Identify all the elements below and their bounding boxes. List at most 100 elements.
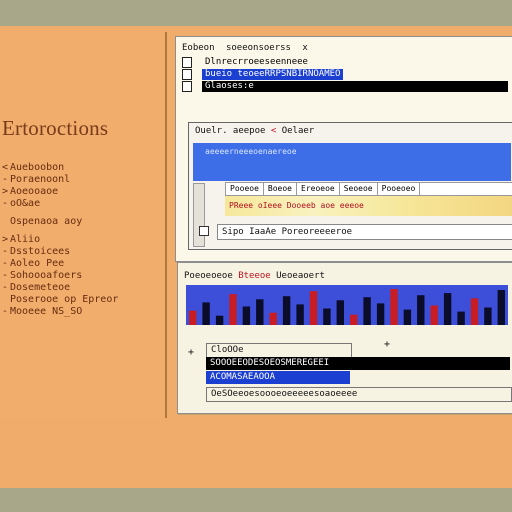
dialog-title-left: Ouelr. aeepoe: [195, 126, 266, 136]
dialog-blue-band: aeeeerneeeoenaereoe: [193, 143, 511, 181]
sidebar-item-label: Dsstoicees: [10, 246, 71, 257]
sidebar-item-label: Poraenoonl: [10, 174, 71, 185]
chart-bar: [309, 291, 318, 325]
sidebar-item-label: oO&ae: [10, 198, 41, 209]
chart-bar: [457, 311, 465, 325]
chart-bar: [256, 299, 264, 325]
chart-bar: [430, 305, 438, 325]
dialog-input[interactable]: Sipo IaaAe Poreoreeeeroe: [217, 224, 512, 240]
sidebar-item[interactable]: - Dsstoicees: [2, 246, 162, 258]
sidebar-item[interactable]: - Mooeee NS_SO: [2, 306, 162, 318]
sidebar-item-label: Aliio: [10, 234, 41, 245]
sidebar-item-bullet: -: [2, 306, 9, 317]
sidebar-item-label: Ospenaoa aoy: [10, 216, 83, 227]
sidebar-item-bullet: >: [2, 234, 9, 245]
file-name: Dlnrecrroeeseenneee: [205, 57, 308, 67]
file-name-highlight: Glaoses:e: [202, 81, 508, 92]
checkbox[interactable]: [182, 57, 192, 68]
list-item-highlight[interactable]: SOOOEEODESOEOSMEREGEEI: [206, 357, 510, 370]
dialog-title: Ouelr. aeepoe < Oelaer: [195, 126, 507, 138]
list-item[interactable]: OeSOeeoesoooeoeeeeesoaoeeee: [206, 387, 512, 402]
cursor-marker-left: +: [188, 347, 195, 358]
file-name-selected: bueio teoeeRRPSNBIRNOAMEO: [202, 69, 344, 80]
checkbox[interactable]: [182, 81, 192, 92]
chart-header-right: Ueoeaoert: [276, 271, 325, 281]
sidebar-item-bullet: -: [2, 282, 9, 293]
sidebar-item[interactable]: - oO&ae: [2, 198, 162, 210]
sidebar-item-label: Dosemeteoe: [10, 282, 71, 293]
sidebar-item[interactable]: - Aoleo Pee: [2, 258, 162, 270]
sidebar-item-bullet: -: [2, 270, 9, 281]
highlight-strip: PReee oIeee Dooeeb aoe eeeoe: [225, 196, 512, 216]
dialog-title-marker: <: [270, 126, 277, 136]
list-item-selected[interactable]: ACOMASAEAOOA: [206, 371, 350, 384]
chart-bar: [215, 315, 224, 325]
cursor-marker-right: +: [384, 339, 391, 350]
tab-0[interactable]: Pooeoe: [226, 183, 264, 195]
chart-bar: [470, 298, 479, 325]
sidebar-item[interactable]: Ospenaoa aoy: [2, 216, 162, 228]
toolbar-item-1[interactable]: soeeonsoerss: [226, 43, 291, 53]
sidebar-item[interactable]: - Dosemeteoe: [2, 282, 162, 294]
sidebar-title: Ertoroctions: [2, 116, 109, 140]
sidebar-item[interactable]: - Poraenoonl: [2, 174, 162, 186]
bar-chart: [189, 289, 505, 325]
frame-bottom-border: [0, 488, 512, 512]
top-window: Eobeon soeeonsoerss x Dlnrecrroeeseennee…: [175, 36, 512, 262]
file-row[interactable]: Dlnrecrroeeseenneee: [180, 57, 510, 68]
chart-header-left: Poeoeoeoe: [184, 271, 233, 281]
chart-bar: [229, 294, 237, 325]
scrollbar[interactable]: [193, 183, 205, 247]
band-label: aeeeerneeeoenaereoe: [205, 147, 297, 156]
sidebar-item[interactable]: < Aueboobon: [2, 162, 162, 174]
list-item[interactable]: CloOOe: [206, 343, 352, 358]
chart-bar: [242, 306, 251, 325]
sidebar-panel: Ertoroctions < Aueboobon - Poraenoonl > Aoeoo…: [0, 32, 167, 418]
chart-bar: [296, 304, 304, 325]
sidebar-item[interactable]: - Sohoooafoers: [2, 270, 162, 282]
sidebar-item-label: Aueboobon: [10, 162, 65, 173]
dialog-title-right: Oelaer: [281, 126, 315, 136]
chart-bar: [376, 303, 385, 325]
tab-2[interactable]: Ereoeoe: [297, 183, 340, 195]
sidebar-item[interactable]: > Aoeooaoe: [2, 186, 162, 198]
bottom-window: Poeoeoeoe Bteeoe Ueoeaoert + + CloOOe SO…: [177, 262, 512, 414]
chart-bar: [350, 314, 358, 325]
toolbar: Eobeon soeeonsoerss x: [182, 43, 512, 57]
chart-bar: [497, 290, 505, 325]
chart-bar: [323, 308, 331, 325]
sidebar-item-label: Sohoooafoers: [10, 270, 83, 281]
sidebar-item-label: Aoeooaoe: [10, 186, 59, 197]
chart-bar: [403, 309, 412, 325]
sidebar-item[interactable]: Poserooe op Epreor: [2, 294, 162, 306]
sidebar-item-bullet: -: [2, 174, 9, 185]
chart-header-hot: Bteeoe: [238, 271, 271, 281]
sidebar-item-label: Mooeee NS_SO: [10, 306, 83, 317]
toolbar-item-0[interactable]: Eobeon: [182, 43, 215, 53]
sidebar-item-bullet: -: [2, 258, 9, 269]
tab-4[interactable]: Pooeoeo: [378, 183, 421, 195]
chart-bar: [417, 295, 425, 325]
sidebar-item[interactable]: > Aliio: [2, 234, 162, 246]
chart-bar: [484, 307, 492, 325]
chart-header: Poeoeoeoe Bteeoe Ueoeaoert: [184, 269, 509, 283]
tab-strip: Pooeoe Boeoe Ereoeoe Seoeoe Pooeoeo: [225, 182, 512, 196]
close-icon[interactable]: x: [302, 43, 307, 53]
chart-bar: [336, 300, 344, 325]
chart-area: [186, 285, 508, 325]
sidebar-list: < Aueboobon - Poraenoonl > Aoeooaoe - oO&ae Ospe…: [2, 162, 162, 318]
chart-bar: [202, 302, 210, 325]
chart-bar: [269, 312, 277, 325]
chart-bar: [189, 310, 197, 325]
tab-3[interactable]: Seoeoe: [340, 183, 378, 195]
file-row[interactable]: bueio teoeeRRPSNBIRNOAMEO: [180, 69, 510, 80]
checkbox[interactable]: [182, 69, 192, 80]
sidebar-item-bullet: -: [2, 198, 9, 209]
tab-1[interactable]: Boeoe: [264, 183, 297, 195]
file-row[interactable]: Glaoses:e: [180, 81, 510, 92]
dialog-checkbox[interactable]: [199, 226, 209, 236]
chart-bar: [282, 296, 291, 325]
sidebar-item-bullet: -: [2, 246, 9, 257]
chart-bar: [390, 289, 398, 325]
sidebar-item-label: Poserooe op Epreor: [10, 294, 119, 305]
